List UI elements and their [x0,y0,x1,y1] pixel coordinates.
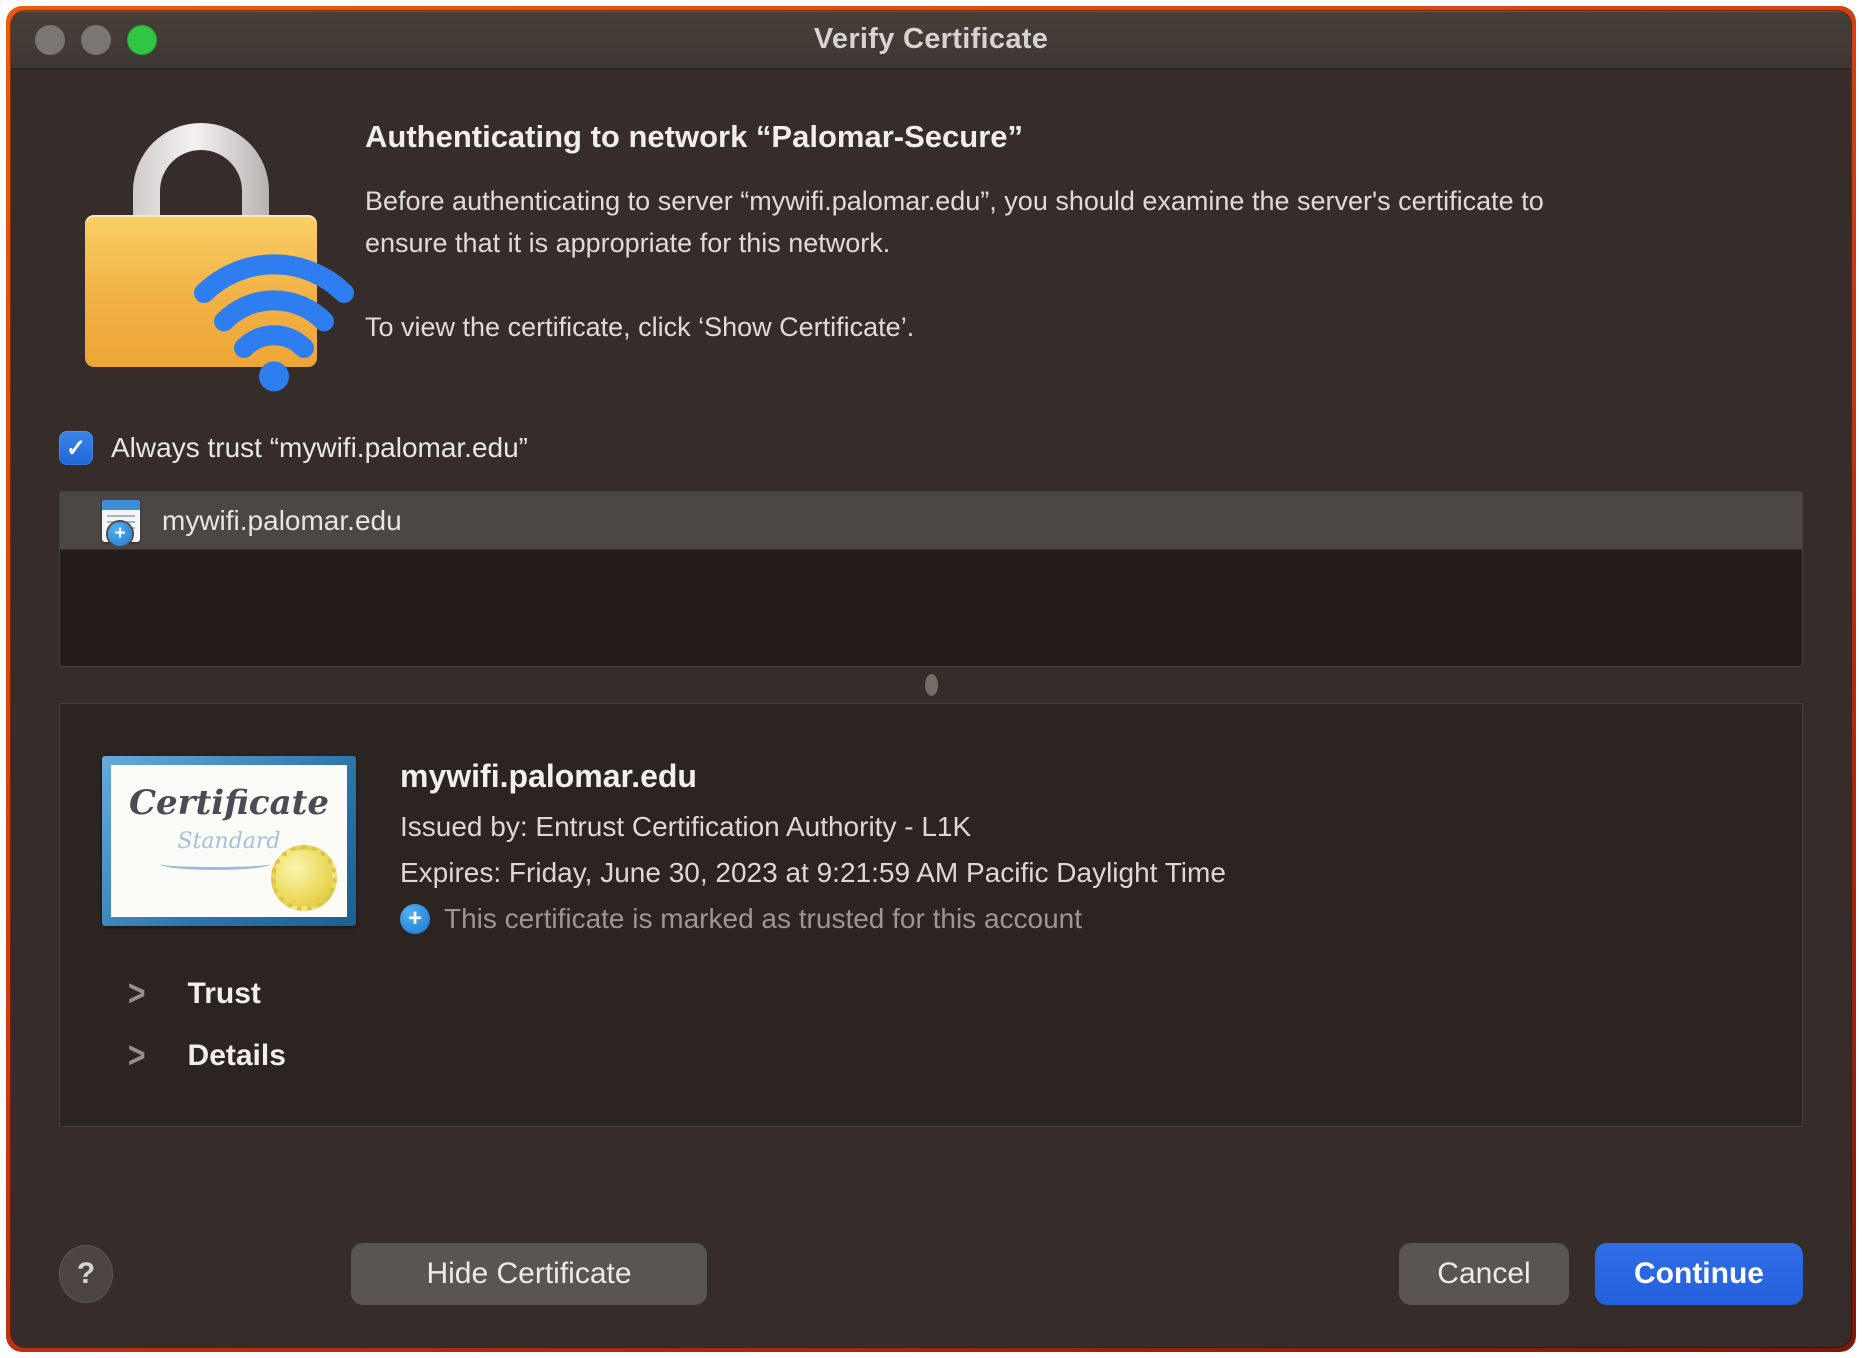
dialog-footer: ? Hide Certificate Cancel Continue [59,1243,1803,1305]
splitter-grip-icon[interactable] [925,674,938,696]
certificate-item-name: mywifi.palomar.edu [162,505,402,537]
cancel-button[interactable]: Cancel [1399,1243,1569,1305]
dialog-header-text: Authenticating to network “Palomar-Secur… [365,115,1625,365]
verify-certificate-dialog: Verify Certificate [11,11,1851,1347]
certificate-detail-text: mywifi.palomar.edu Issued by: Entrust Ce… [400,756,1226,935]
expires-line: Expires: Friday, June 30, 2023 at 9:21:5… [400,857,1226,889]
always-trust-row[interactable]: ✓ Always trust “mywifi.palomar.edu” [59,431,1803,465]
certificate-list-item[interactable]: + mywifi.palomar.edu [60,492,1802,550]
certificate-image: Certificate Standard [102,756,356,926]
continue-button[interactable]: Continue [1595,1243,1803,1305]
certificate-list[interactable]: + mywifi.palomar.edu [59,491,1803,667]
details-section-label: Details [188,1039,286,1073]
title-bar[interactable]: Verify Certificate [11,11,1851,69]
dialog-body-text: Before authenticating to server “mywifi.… [365,181,1625,265]
chevron-right-icon[interactable]: > [128,1035,146,1078]
chevron-right-icon[interactable]: > [128,973,146,1016]
trust-section-toggle[interactable]: > Trust [128,977,1760,1011]
dialog-content: Authenticating to network “Palomar-Secur… [11,69,1851,1347]
dialog-header: Authenticating to network “Palomar-Secur… [59,115,1803,365]
trust-section-label: Trust [188,977,261,1011]
trusted-plus-icon: + [400,904,430,934]
plus-badge-icon: + [108,522,132,546]
certificate-flourish [160,858,270,870]
certificate-seal-icon [271,845,337,911]
help-button[interactable]: ? [59,1245,113,1303]
always-trust-label: Always trust “mywifi.palomar.edu” [111,432,528,464]
certificate-name: mywifi.palomar.edu [400,758,1226,795]
dialog-instruction-text: To view the certificate, click ‘Show Cer… [365,307,1625,349]
panel-splitter[interactable] [59,667,1803,703]
issued-by-line: Issued by: Entrust Certification Authori… [400,811,1226,843]
screenshot-canvas: Verify Certificate [0,0,1862,1358]
window-title: Verify Certificate [11,23,1851,56]
certificate-summary: Certificate Standard mywifi.palomar.edu … [102,756,1760,935]
lock-wifi-icon [85,115,325,365]
wifi-icon [189,253,359,393]
trusted-note-text: This certificate is marked as trusted fo… [444,903,1082,935]
dialog-heading: Authenticating to network “Palomar-Secur… [365,119,1625,155]
disclosure-sections: > Trust > Details [128,977,1760,1073]
hide-certificate-button[interactable]: Hide Certificate [351,1243,707,1305]
certificate-image-title: Certificate [111,783,347,823]
certificate-detail-panel: Certificate Standard mywifi.palomar.edu … [59,703,1803,1127]
desktop-background-frame: Verify Certificate [6,6,1856,1352]
details-section-toggle[interactable]: > Details [128,1039,1760,1073]
certificate-add-icon: + [102,500,140,542]
always-trust-checkbox[interactable]: ✓ [59,431,93,465]
trusted-note-row: + This certificate is marked as trusted … [400,903,1226,935]
